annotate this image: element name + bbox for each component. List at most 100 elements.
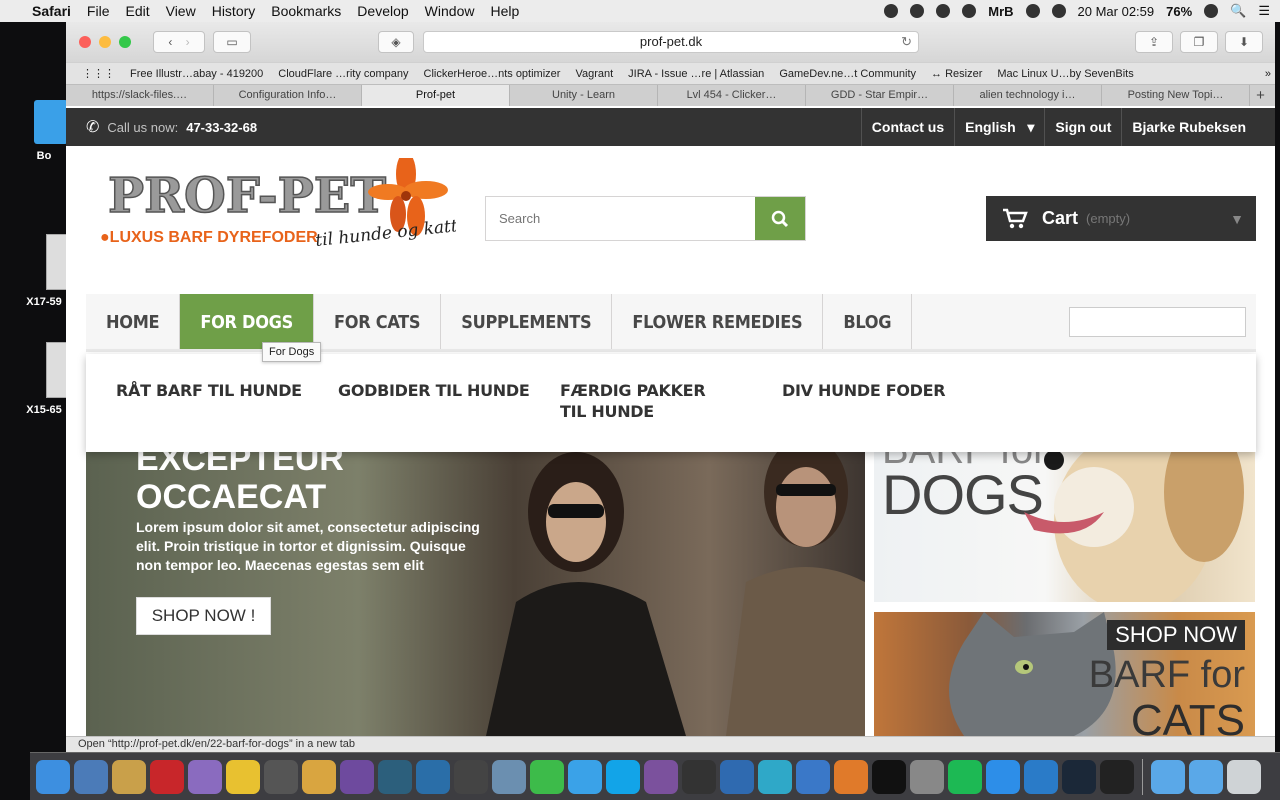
- nav-supplements[interactable]: SUPPLEMENTS: [441, 294, 613, 349]
- tower-icon[interactable]: [302, 759, 336, 794]
- time-machine-icon[interactable]: [1025, 4, 1040, 18]
- spotify-icon[interactable]: [948, 759, 982, 794]
- messages-icon[interactable]: [416, 759, 450, 794]
- slack-icon[interactable]: [454, 759, 488, 794]
- new-tab-button[interactable]: +: [1250, 85, 1271, 106]
- submenu-treats[interactable]: GODBIDER TIL HUNDE: [338, 380, 530, 401]
- finder-icon[interactable]: [36, 759, 70, 794]
- banner-barf-cats[interactable]: SHOP NOW BARF for CATS: [874, 612, 1255, 736]
- menu-app-name[interactable]: Safari: [24, 0, 79, 22]
- unity-icon[interactable]: [1100, 759, 1134, 794]
- browser-tab-active[interactable]: Prof-pet: [362, 85, 510, 106]
- menu-history[interactable]: History: [204, 0, 264, 22]
- language-selector[interactable]: English ▾: [954, 108, 1044, 146]
- menu-bookmarks[interactable]: Bookmarks: [263, 0, 349, 22]
- downloads-folder-icon[interactable]: [1189, 759, 1223, 794]
- nav-flower-remedies[interactable]: FLOWER REMEDIES: [612, 294, 824, 349]
- more-bookmarks-icon[interactable]: »: [1265, 68, 1275, 80]
- documents-folder-icon[interactable]: [1151, 759, 1185, 794]
- reader-stack-button[interactable]: ◈: [378, 31, 414, 53]
- facetime-icon[interactable]: [530, 759, 564, 794]
- nav-home[interactable]: HOME: [86, 294, 181, 349]
- battery-percent[interactable]: 76%: [1166, 4, 1192, 19]
- bookmark-item[interactable]: CloudFlare …rity company: [278, 68, 408, 80]
- nav-blog[interactable]: BLOG: [823, 294, 913, 349]
- spotlight-icon[interactable]: 🔍: [1230, 3, 1246, 19]
- share-button[interactable]: ⇪: [1135, 31, 1173, 53]
- account-link[interactable]: Bjarke Rubeksen: [1121, 108, 1256, 146]
- bookmark-item[interactable]: ↔ Resizer: [931, 68, 982, 80]
- menu-help[interactable]: Help: [482, 0, 527, 22]
- trash-icon[interactable]: [1227, 759, 1261, 794]
- webstorm-icon[interactable]: [796, 759, 830, 794]
- back-icon[interactable]: ‹: [168, 35, 172, 49]
- sourcetree-icon[interactable]: [378, 759, 412, 794]
- tray-app-icon[interactable]: [884, 4, 899, 18]
- desktop-icon-file[interactable]: X15-65: [22, 342, 72, 416]
- browser-tab[interactable]: Configuration Info…: [214, 85, 362, 106]
- reload-icon[interactable]: ↻: [901, 32, 912, 52]
- clock[interactable]: 20 Mar 02:59: [1078, 4, 1155, 19]
- menu-develop[interactable]: Develop: [349, 0, 416, 22]
- mysql-workbench-icon[interactable]: [74, 759, 108, 794]
- forward-icon[interactable]: ›: [186, 35, 190, 49]
- bookmark-item[interactable]: Mac Linux U…by SevenBits: [997, 68, 1133, 80]
- submenu-misc-food[interactable]: DIV HUNDE FODER: [782, 380, 946, 401]
- browser-tab[interactable]: Lvl 454 - Clicker…: [658, 85, 806, 106]
- nav-search-input[interactable]: [1069, 307, 1246, 337]
- submenu-ready-packs[interactable]: FÆRDIG PAKKER TIL HUNDE: [560, 380, 730, 422]
- close-window-button[interactable]: [79, 36, 91, 48]
- cart-block[interactable]: Cart (empty) ▼: [986, 196, 1256, 241]
- contact-us-link[interactable]: Contact us: [860, 108, 954, 146]
- bubbles-icon[interactable]: [1024, 759, 1058, 794]
- browser-tab[interactable]: Posting New Topi…: [1102, 85, 1250, 106]
- show-tabs-button[interactable]: ❐: [1180, 31, 1218, 53]
- tray-airplay-icon[interactable]: [962, 4, 977, 18]
- back-forward-buttons[interactable]: ‹ ›: [153, 31, 205, 53]
- wifi-icon[interactable]: [1204, 4, 1219, 18]
- banner-barf-dogs[interactable]: BARF for DOGS: [874, 452, 1255, 602]
- jetbrains-icon[interactable]: [758, 759, 792, 794]
- menu-file[interactable]: File: [79, 0, 118, 22]
- skype-icon[interactable]: [606, 759, 640, 794]
- sequel-icon[interactable]: [112, 759, 146, 794]
- submenu-raw-barf[interactable]: RÅT BARF TIL HUNDE: [116, 380, 302, 401]
- bookmark-item[interactable]: Free Illustr…abay - 419200: [130, 68, 263, 80]
- browser-tab[interactable]: alien technology i…: [954, 85, 1102, 106]
- steam-icon[interactable]: [1062, 759, 1096, 794]
- bookmark-item[interactable]: ClickerHeroe…nts optimizer: [424, 68, 561, 80]
- bluetooth-icon[interactable]: [1051, 4, 1066, 18]
- browser-tab[interactable]: https://slack-files.…: [66, 85, 214, 106]
- browser-tab[interactable]: Unity - Learn: [510, 85, 658, 106]
- bookmark-item[interactable]: GameDev.ne…t Community: [779, 68, 916, 80]
- downloads-button[interactable]: ⬇: [1225, 31, 1263, 53]
- github-icon[interactable]: [340, 759, 374, 794]
- bookmark-item[interactable]: JIRA - Issue …re | Atlassian: [628, 68, 764, 80]
- brackets-icon[interactable]: [682, 759, 716, 794]
- safari-icon[interactable]: [986, 759, 1020, 794]
- preview-icon[interactable]: [492, 759, 526, 794]
- bookmark-item[interactable]: Vagrant: [575, 68, 613, 80]
- notification-center-icon[interactable]: ☰: [1258, 3, 1270, 19]
- menu-edit[interactable]: Edit: [117, 0, 157, 22]
- intellij-icon[interactable]: [720, 759, 754, 794]
- minimize-window-button[interactable]: [99, 36, 111, 48]
- zoom-window-button[interactable]: [119, 36, 131, 48]
- transmit-icon[interactable]: [188, 759, 222, 794]
- filezilla-icon[interactable]: [150, 759, 184, 794]
- sidebar-button[interactable]: ▭: [213, 31, 251, 53]
- cyberduck-icon[interactable]: [226, 759, 260, 794]
- search-input[interactable]: [486, 197, 755, 240]
- nav-for-dogs[interactable]: FOR DOGS: [180, 294, 315, 349]
- chat-icon[interactable]: [568, 759, 602, 794]
- search-button[interactable]: [755, 197, 805, 240]
- nav-for-cats[interactable]: FOR CATS: [314, 294, 442, 349]
- sign-out-link[interactable]: Sign out: [1044, 108, 1121, 146]
- tray-skype-icon[interactable]: [936, 4, 951, 18]
- address-bar[interactable]: prof-pet.dk ↻: [423, 31, 919, 53]
- rocket-icon[interactable]: [264, 759, 298, 794]
- menu-view[interactable]: View: [158, 0, 204, 22]
- tray-cloud-icon[interactable]: [910, 4, 925, 18]
- apple-icon[interactable]: [0, 0, 24, 22]
- browser-tab[interactable]: GDD - Star Empir…: [806, 85, 954, 106]
